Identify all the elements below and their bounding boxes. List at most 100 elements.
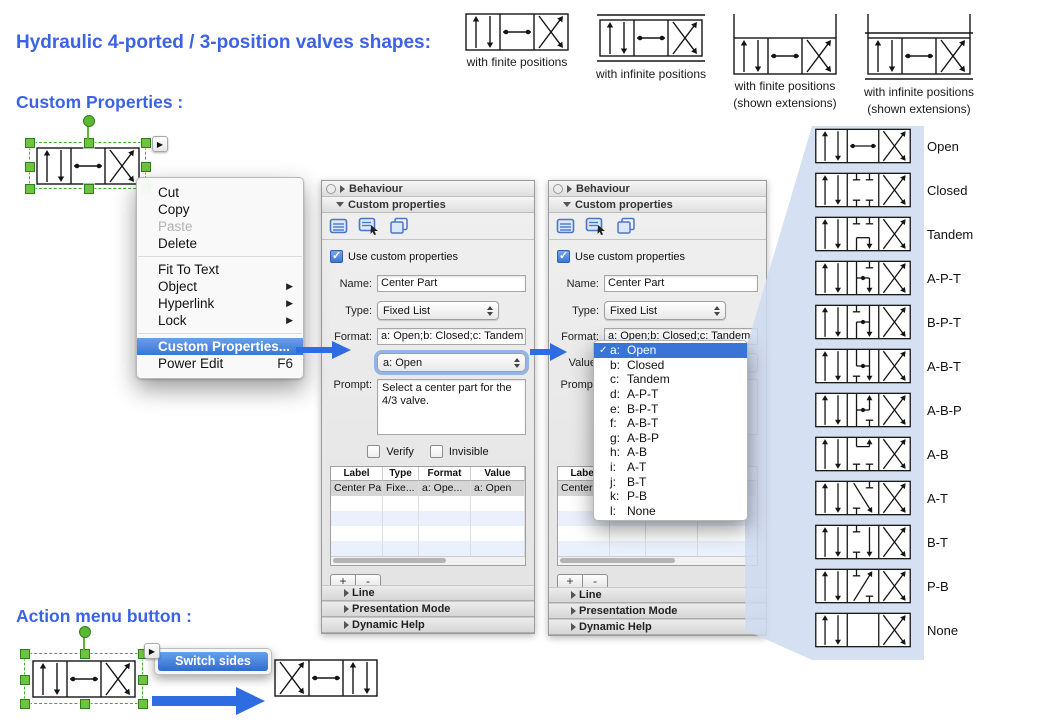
dropdown-option[interactable]: e:B-P-T	[594, 401, 747, 416]
edit-properties-icon[interactable]	[358, 217, 380, 235]
dropdown-option[interactable]: d:A-P-T	[594, 387, 747, 402]
table-row-empty[interactable]	[331, 526, 525, 541]
table-cell[interactable]	[419, 526, 471, 541]
format-input[interactable]: a: Open;b: Closed;c: Tandem	[377, 328, 526, 345]
table-row-empty[interactable]	[558, 526, 757, 541]
table-cell[interactable]	[646, 541, 698, 556]
selection-handle[interactable]	[25, 138, 35, 148]
section-bar-presentation-mode[interactable]: Presentation Mode	[549, 603, 766, 619]
selection-handle[interactable]	[20, 675, 30, 685]
rotation-handle[interactable]	[79, 626, 91, 638]
context-menu-item-lock[interactable]: Lock▶	[137, 312, 303, 329]
table-header-cell[interactable]: Format	[419, 467, 471, 481]
table-hscrollbar[interactable]	[558, 556, 757, 565]
context-menu-item-hyperlink[interactable]: Hyperlink▶	[137, 295, 303, 312]
dropdown-option[interactable]: ✓a:Open	[594, 343, 747, 358]
selection-handle[interactable]	[141, 162, 151, 172]
table-cell[interactable]	[558, 541, 610, 556]
selection-handle[interactable]	[25, 184, 35, 194]
selection-handle[interactable]	[138, 675, 148, 685]
section-bar-line[interactable]: Line	[549, 587, 766, 603]
type-select[interactable]: Fixed List	[377, 301, 499, 320]
invisible-checkbox[interactable]	[430, 445, 443, 458]
table-cell[interactable]	[331, 526, 383, 541]
table-cell[interactable]	[383, 511, 419, 526]
action-menu-button-2[interactable]: ▶	[144, 643, 160, 659]
properties-list-icon[interactable]	[329, 218, 349, 235]
table-cell[interactable]	[419, 496, 471, 511]
dropdown-option[interactable]: l:None	[594, 504, 747, 519]
table-row[interactable]: Center PartFixe...a: Ope...a: Open	[331, 481, 525, 496]
context-menu-item-custom-properties[interactable]: Custom Properties...	[137, 338, 303, 355]
prompt-input[interactable]: Select a center part for the 4/3 valve.	[377, 379, 526, 435]
table-cell[interactable]	[419, 541, 471, 556]
rotation-handle[interactable]	[83, 115, 95, 127]
selection-handle[interactable]	[80, 699, 90, 709]
table-cell[interactable]	[471, 511, 525, 526]
action-menu-button[interactable]: ▶	[152, 136, 168, 152]
edit-properties-icon[interactable]	[585, 217, 607, 235]
context-menu-item-paste[interactable]: Paste	[137, 218, 303, 235]
selection-handle[interactable]	[141, 138, 151, 148]
type-select[interactable]: Fixed List	[604, 301, 726, 320]
context-menu-item-object[interactable]: Object▶	[137, 278, 303, 295]
table-cell[interactable]	[331, 496, 383, 511]
scrollbar-thumb[interactable]	[560, 558, 675, 563]
selection-handle[interactable]	[138, 699, 148, 709]
table-cell[interactable]	[610, 526, 646, 541]
section-bar-dynamic-help[interactable]: Dynamic Help	[322, 617, 534, 633]
selection-handle[interactable]	[20, 649, 30, 659]
behaviour-header[interactable]: Behaviour	[322, 181, 534, 197]
table-cell[interactable]: Fixe...	[383, 481, 419, 496]
section-bar-line[interactable]: Line	[322, 585, 534, 601]
selection-handle[interactable]	[84, 138, 94, 148]
copy-properties-icon[interactable]	[616, 217, 636, 235]
checkbox-checked-icon[interactable]	[330, 250, 343, 263]
dropdown-option[interactable]: b:Closed	[594, 358, 747, 373]
table-cell[interactable]	[419, 511, 471, 526]
value-select[interactable]: a: Open	[377, 353, 526, 372]
table-cell[interactable]: a: Open	[471, 481, 525, 496]
table-cell[interactable]	[646, 526, 698, 541]
properties-list-icon[interactable]	[556, 218, 576, 235]
dropdown-option[interactable]: h:A-B	[594, 445, 747, 460]
table-hscrollbar[interactable]	[331, 556, 525, 565]
switch-sides-menu-item[interactable]: Switch sides	[158, 652, 268, 671]
table-header-cell[interactable]: Value	[471, 467, 525, 481]
checkbox-checked-icon[interactable]	[557, 250, 570, 263]
section-bar-presentation-mode[interactable]: Presentation Mode	[322, 601, 534, 617]
dropdown-option[interactable]: k:P-B	[594, 489, 747, 504]
context-menu-item-copy[interactable]: Copy	[137, 201, 303, 218]
table-header-cell[interactable]: Type	[383, 467, 419, 481]
section-bar-dynamic-help[interactable]: Dynamic Help	[549, 619, 766, 635]
table-cell[interactable]	[610, 541, 646, 556]
scrollbar-thumb[interactable]	[333, 558, 446, 563]
table-cell[interactable]	[471, 526, 525, 541]
name-input[interactable]: Center Part	[377, 275, 526, 292]
table-row-empty[interactable]	[331, 511, 525, 526]
table-row-empty[interactable]	[331, 541, 525, 556]
table-row-empty[interactable]	[558, 541, 757, 556]
table-row-empty[interactable]	[331, 496, 525, 511]
custom-properties-header[interactable]: Custom properties	[322, 197, 534, 213]
selection-handle[interactable]	[25, 162, 35, 172]
dropdown-option[interactable]: j:B-T	[594, 474, 747, 489]
copy-properties-icon[interactable]	[389, 217, 409, 235]
table-cell[interactable]	[471, 496, 525, 511]
table-cell[interactable]: Center Part	[331, 481, 383, 496]
selection-handle[interactable]	[80, 649, 90, 659]
dropdown-option[interactable]: f:A-B-T	[594, 416, 747, 431]
verify-checkbox[interactable]	[367, 445, 380, 458]
selection-handle[interactable]	[20, 699, 30, 709]
custom-properties-header[interactable]: Custom properties	[549, 197, 766, 213]
dropdown-option[interactable]: g:A-B-P	[594, 431, 747, 446]
table-cell[interactable]: a: Ope...	[419, 481, 471, 496]
table-cell[interactable]	[383, 541, 419, 556]
selected-valve-shape-2[interactable]	[28, 657, 140, 701]
context-menu-item-fit-to-text[interactable]: Fit To Text	[137, 261, 303, 278]
use-custom-properties-row[interactable]: Use custom properties	[557, 250, 758, 263]
use-custom-properties-row[interactable]: Use custom properties	[330, 250, 526, 263]
table-cell[interactable]	[331, 511, 383, 526]
dropdown-option[interactable]: c:Tandem	[594, 372, 747, 387]
table-cell[interactable]	[698, 541, 757, 556]
